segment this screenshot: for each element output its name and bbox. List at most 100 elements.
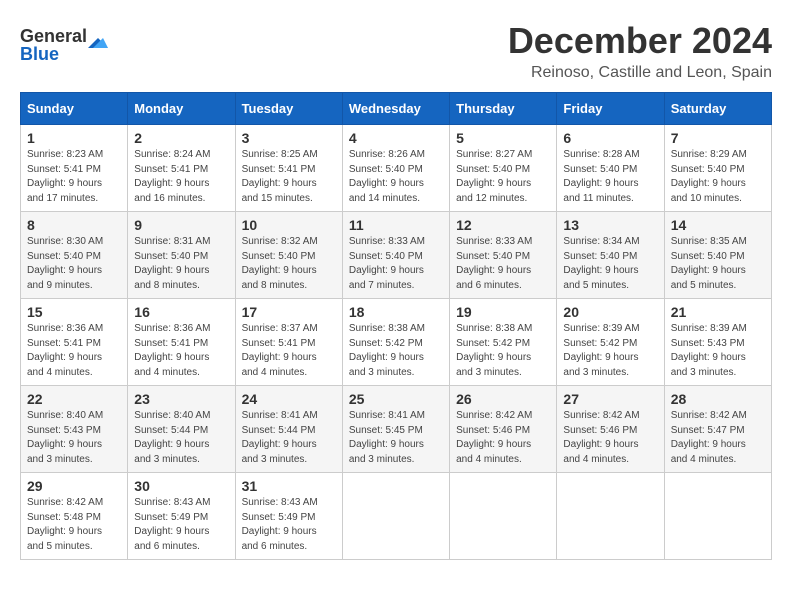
day-info: Sunrise: 8:23 AM Sunset: 5:41 PM Dayligh… xyxy=(27,148,121,206)
calendar-cell: 16 Sunrise: 8:36 AM Sunset: 5:41 PM Dayl… xyxy=(128,299,235,386)
calendar-cell: 29 Sunrise: 8:42 AM Sunset: 5:48 PM Dayl… xyxy=(21,473,128,560)
calendar-week-3: 15 Sunrise: 8:36 AM Sunset: 5:41 PM Dayl… xyxy=(21,299,772,386)
day-info: Sunrise: 8:36 AM Sunset: 5:41 PM Dayligh… xyxy=(27,322,121,380)
day-info: Sunrise: 8:31 AM Sunset: 5:40 PM Dayligh… xyxy=(134,235,228,293)
calendar-subtitle: Reinoso, Castille and Leon, Spain xyxy=(508,64,772,82)
calendar-header-row: SundayMondayTuesdayWednesdayThursdayFrid… xyxy=(21,93,772,125)
calendar-cell: 4 Sunrise: 8:26 AM Sunset: 5:40 PM Dayli… xyxy=(342,125,449,212)
day-info: Sunrise: 8:29 AM Sunset: 5:40 PM Dayligh… xyxy=(671,148,765,206)
calendar-cell: 22 Sunrise: 8:40 AM Sunset: 5:43 PM Dayl… xyxy=(21,386,128,473)
day-info: Sunrise: 8:27 AM Sunset: 5:40 PM Dayligh… xyxy=(456,148,550,206)
day-info: Sunrise: 8:25 AM Sunset: 5:41 PM Dayligh… xyxy=(242,148,336,206)
day-info: Sunrise: 8:33 AM Sunset: 5:40 PM Dayligh… xyxy=(456,235,550,293)
logo: General Blue xyxy=(20,20,110,65)
day-info: Sunrise: 8:35 AM Sunset: 5:40 PM Dayligh… xyxy=(671,235,765,293)
day-info: Sunrise: 8:28 AM Sunset: 5:40 PM Dayligh… xyxy=(563,148,657,206)
calendar-cell: 31 Sunrise: 8:43 AM Sunset: 5:49 PM Dayl… xyxy=(235,473,342,560)
calendar-cell: 2 Sunrise: 8:24 AM Sunset: 5:41 PM Dayli… xyxy=(128,125,235,212)
day-number: 25 xyxy=(349,391,443,407)
page-header: General Blue December 2024 Reinoso, Cast… xyxy=(20,20,772,82)
day-number: 21 xyxy=(671,304,765,320)
day-number: 22 xyxy=(27,391,121,407)
title-section: December 2024 Reinoso, Castille and Leon… xyxy=(508,20,772,82)
day-info: Sunrise: 8:33 AM Sunset: 5:40 PM Dayligh… xyxy=(349,235,443,293)
day-info: Sunrise: 8:41 AM Sunset: 5:45 PM Dayligh… xyxy=(349,409,443,467)
calendar-cell: 24 Sunrise: 8:41 AM Sunset: 5:44 PM Dayl… xyxy=(235,386,342,473)
calendar-cell: 5 Sunrise: 8:27 AM Sunset: 5:40 PM Dayli… xyxy=(450,125,557,212)
calendar-cell: 13 Sunrise: 8:34 AM Sunset: 5:40 PM Dayl… xyxy=(557,212,664,299)
day-info: Sunrise: 8:34 AM Sunset: 5:40 PM Dayligh… xyxy=(563,235,657,293)
calendar-cell xyxy=(342,473,449,560)
calendar-cell: 10 Sunrise: 8:32 AM Sunset: 5:40 PM Dayl… xyxy=(235,212,342,299)
day-info: Sunrise: 8:37 AM Sunset: 5:41 PM Dayligh… xyxy=(242,322,336,380)
day-number: 7 xyxy=(671,130,765,146)
col-header-tuesday: Tuesday xyxy=(235,93,342,125)
calendar-cell xyxy=(664,473,771,560)
day-info: Sunrise: 8:43 AM Sunset: 5:49 PM Dayligh… xyxy=(242,496,336,554)
day-number: 5 xyxy=(456,130,550,146)
day-info: Sunrise: 8:42 AM Sunset: 5:48 PM Dayligh… xyxy=(27,496,121,554)
svg-text:Blue: Blue xyxy=(20,44,59,64)
svg-text:General: General xyxy=(20,26,87,46)
calendar-cell: 17 Sunrise: 8:37 AM Sunset: 5:41 PM Dayl… xyxy=(235,299,342,386)
day-info: Sunrise: 8:40 AM Sunset: 5:44 PM Dayligh… xyxy=(134,409,228,467)
day-info: Sunrise: 8:42 AM Sunset: 5:47 PM Dayligh… xyxy=(671,409,765,467)
calendar-cell: 12 Sunrise: 8:33 AM Sunset: 5:40 PM Dayl… xyxy=(450,212,557,299)
calendar-cell: 30 Sunrise: 8:43 AM Sunset: 5:49 PM Dayl… xyxy=(128,473,235,560)
day-info: Sunrise: 8:40 AM Sunset: 5:43 PM Dayligh… xyxy=(27,409,121,467)
col-header-monday: Monday xyxy=(128,93,235,125)
day-number: 16 xyxy=(134,304,228,320)
calendar-cell: 3 Sunrise: 8:25 AM Sunset: 5:41 PM Dayli… xyxy=(235,125,342,212)
calendar-cell: 26 Sunrise: 8:42 AM Sunset: 5:46 PM Dayl… xyxy=(450,386,557,473)
day-number: 24 xyxy=(242,391,336,407)
calendar-cell: 1 Sunrise: 8:23 AM Sunset: 5:41 PM Dayli… xyxy=(21,125,128,212)
day-info: Sunrise: 8:39 AM Sunset: 5:42 PM Dayligh… xyxy=(563,322,657,380)
calendar-cell: 6 Sunrise: 8:28 AM Sunset: 5:40 PM Dayli… xyxy=(557,125,664,212)
day-info: Sunrise: 8:38 AM Sunset: 5:42 PM Dayligh… xyxy=(349,322,443,380)
day-info: Sunrise: 8:42 AM Sunset: 5:46 PM Dayligh… xyxy=(456,409,550,467)
day-info: Sunrise: 8:36 AM Sunset: 5:41 PM Dayligh… xyxy=(134,322,228,380)
day-number: 27 xyxy=(563,391,657,407)
day-info: Sunrise: 8:26 AM Sunset: 5:40 PM Dayligh… xyxy=(349,148,443,206)
day-number: 14 xyxy=(671,217,765,233)
day-number: 20 xyxy=(563,304,657,320)
calendar-cell: 15 Sunrise: 8:36 AM Sunset: 5:41 PM Dayl… xyxy=(21,299,128,386)
col-header-wednesday: Wednesday xyxy=(342,93,449,125)
day-info: Sunrise: 8:39 AM Sunset: 5:43 PM Dayligh… xyxy=(671,322,765,380)
calendar-cell: 14 Sunrise: 8:35 AM Sunset: 5:40 PM Dayl… xyxy=(664,212,771,299)
day-number: 23 xyxy=(134,391,228,407)
calendar-cell: 7 Sunrise: 8:29 AM Sunset: 5:40 PM Dayli… xyxy=(664,125,771,212)
col-header-saturday: Saturday xyxy=(664,93,771,125)
day-number: 1 xyxy=(27,130,121,146)
calendar-cell: 19 Sunrise: 8:38 AM Sunset: 5:42 PM Dayl… xyxy=(450,299,557,386)
calendar-title: December 2024 xyxy=(508,20,772,62)
day-number: 13 xyxy=(563,217,657,233)
calendar-week-2: 8 Sunrise: 8:30 AM Sunset: 5:40 PM Dayli… xyxy=(21,212,772,299)
calendar-cell xyxy=(557,473,664,560)
col-header-friday: Friday xyxy=(557,93,664,125)
day-number: 3 xyxy=(242,130,336,146)
calendar-cell: 23 Sunrise: 8:40 AM Sunset: 5:44 PM Dayl… xyxy=(128,386,235,473)
day-info: Sunrise: 8:24 AM Sunset: 5:41 PM Dayligh… xyxy=(134,148,228,206)
calendar-cell: 25 Sunrise: 8:41 AM Sunset: 5:45 PM Dayl… xyxy=(342,386,449,473)
day-info: Sunrise: 8:43 AM Sunset: 5:49 PM Dayligh… xyxy=(134,496,228,554)
calendar-week-1: 1 Sunrise: 8:23 AM Sunset: 5:41 PM Dayli… xyxy=(21,125,772,212)
day-number: 4 xyxy=(349,130,443,146)
day-number: 28 xyxy=(671,391,765,407)
col-header-sunday: Sunday xyxy=(21,93,128,125)
calendar-cell: 18 Sunrise: 8:38 AM Sunset: 5:42 PM Dayl… xyxy=(342,299,449,386)
day-number: 10 xyxy=(242,217,336,233)
day-number: 12 xyxy=(456,217,550,233)
calendar-cell: 20 Sunrise: 8:39 AM Sunset: 5:42 PM Dayl… xyxy=(557,299,664,386)
day-info: Sunrise: 8:32 AM Sunset: 5:40 PM Dayligh… xyxy=(242,235,336,293)
day-number: 29 xyxy=(27,478,121,494)
calendar-cell: 8 Sunrise: 8:30 AM Sunset: 5:40 PM Dayli… xyxy=(21,212,128,299)
day-number: 8 xyxy=(27,217,121,233)
day-number: 6 xyxy=(563,130,657,146)
day-number: 30 xyxy=(134,478,228,494)
day-number: 26 xyxy=(456,391,550,407)
day-info: Sunrise: 8:42 AM Sunset: 5:46 PM Dayligh… xyxy=(563,409,657,467)
day-number: 2 xyxy=(134,130,228,146)
day-number: 17 xyxy=(242,304,336,320)
day-number: 15 xyxy=(27,304,121,320)
